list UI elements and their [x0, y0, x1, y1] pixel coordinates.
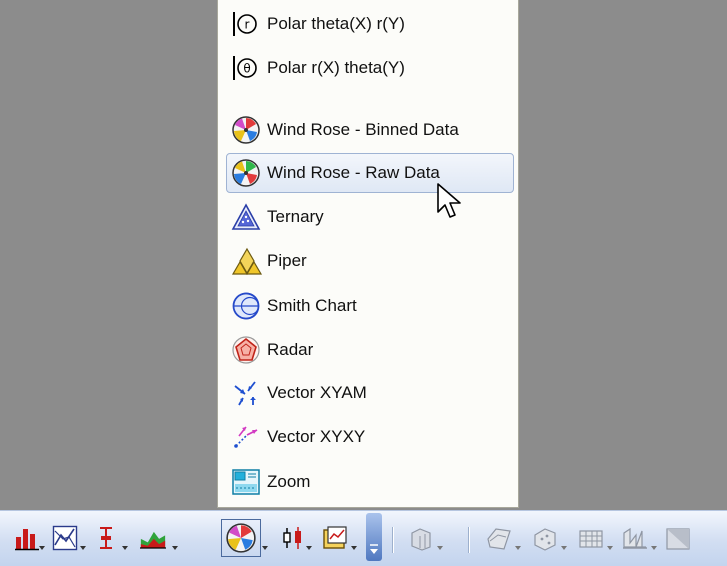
toolbar-overflow-button[interactable] [366, 513, 382, 561]
menu-item-zoom[interactable]: Zoom [226, 462, 514, 502]
3d-histogram-icon[interactable] [622, 525, 648, 551]
svg-text:r: r [245, 18, 250, 32]
menu-item-wind-rose-raw[interactable]: Wind Rose - Raw Data [226, 153, 514, 193]
menu-item-vector-xyam[interactable]: Vector XYAM [226, 373, 514, 413]
menu-item-label: Piper [267, 251, 307, 270]
menu-item-polar-theta-x-r-y[interactable]: r Polar theta(X) r(Y) [226, 4, 514, 44]
piper-icon [231, 244, 265, 278]
area-chart-icon[interactable] [140, 525, 166, 551]
menu-item-ternary[interactable]: Ternary [226, 197, 514, 237]
menu-item-vector-xyxy[interactable]: Vector XYXY [226, 417, 514, 457]
dropdown-arrow-icon[interactable] [437, 546, 443, 550]
graph-toolbar [0, 510, 727, 566]
mouse-pointer-icon [437, 183, 461, 218]
menu-item-label: Ternary [267, 207, 324, 226]
menu-item-label: Zoom [267, 472, 311, 491]
dropdown-arrow-icon[interactable] [122, 546, 128, 550]
dropdown-arrow-icon[interactable] [515, 546, 521, 550]
dropdown-arrow-icon[interactable] [351, 546, 357, 550]
zoom-icon [231, 465, 265, 499]
dropdown-arrow-icon[interactable] [80, 546, 86, 550]
menu-item-polar-r-x-theta-y[interactable]: θ Polar r(X) theta(Y) [226, 48, 514, 88]
menu-item-label: Polar theta(X) r(Y) [267, 14, 405, 33]
smith-chart-icon [231, 289, 265, 323]
vector-xyam-icon [231, 376, 265, 410]
wind-rose-binned-icon [231, 113, 265, 147]
menu-item-radar[interactable]: Radar [226, 330, 514, 370]
toolbar-separator [392, 527, 393, 553]
wind-rose-button[interactable] [221, 519, 261, 557]
polar-r-x-icon: θ [231, 51, 265, 85]
wind-rose-raw-icon [231, 156, 265, 190]
3d-cube-icon[interactable] [665, 525, 691, 551]
menu-item-label: Wind Rose - Binned Data [267, 120, 459, 139]
polar-theta-x-icon: r [231, 7, 265, 41]
ternary-icon [231, 200, 265, 234]
bar-chart-icon[interactable] [14, 525, 40, 551]
dropdown-arrow-icon[interactable] [172, 546, 178, 550]
3d-scatter-icon[interactable] [532, 525, 558, 551]
menu-item-label: Vector XYAM [267, 383, 367, 402]
menu-item-label: Wind Rose - Raw Data [267, 163, 440, 182]
menu-item-label: Radar [267, 340, 314, 359]
toolbar-separator [468, 527, 469, 553]
menu-item-piper[interactable]: Piper [226, 241, 514, 281]
dropdown-arrow-icon[interactable] [262, 546, 268, 550]
dropdown-arrow-icon[interactable] [651, 546, 657, 550]
dropdown-arrow-icon[interactable] [306, 546, 312, 550]
3d-surface-icon[interactable] [486, 525, 512, 551]
overflow-arrow-icon [370, 544, 378, 554]
vector-xyxy-icon [231, 420, 265, 454]
dropdown-arrow-icon[interactable] [607, 546, 613, 550]
menu-item-smith-chart[interactable]: Smith Chart [226, 286, 514, 326]
wind-rose-icon [226, 523, 256, 553]
menu-item-label: Smith Chart [267, 296, 357, 315]
radar-icon [231, 333, 265, 367]
3d-wall-icon[interactable] [578, 525, 604, 551]
line-chart-icon[interactable] [52, 525, 78, 551]
graph-type-dropdown-menu: r Polar theta(X) r(Y) θ Polar r(X) theta… [217, 0, 519, 508]
3d-bar-icon[interactable] [408, 525, 434, 551]
table-plot-icon[interactable] [322, 525, 348, 551]
dropdown-arrow-icon[interactable] [561, 546, 567, 550]
svg-text:θ: θ [243, 62, 250, 76]
menu-item-label: Polar r(X) theta(Y) [267, 58, 405, 77]
menu-item-label: Vector XYXY [267, 427, 366, 446]
menu-item-wind-rose-binned[interactable]: Wind Rose - Binned Data [226, 110, 514, 150]
candlestick-icon[interactable] [281, 525, 307, 551]
dropdown-arrow-icon[interactable] [39, 546, 45, 550]
error-bar-chart-icon[interactable] [93, 525, 119, 551]
